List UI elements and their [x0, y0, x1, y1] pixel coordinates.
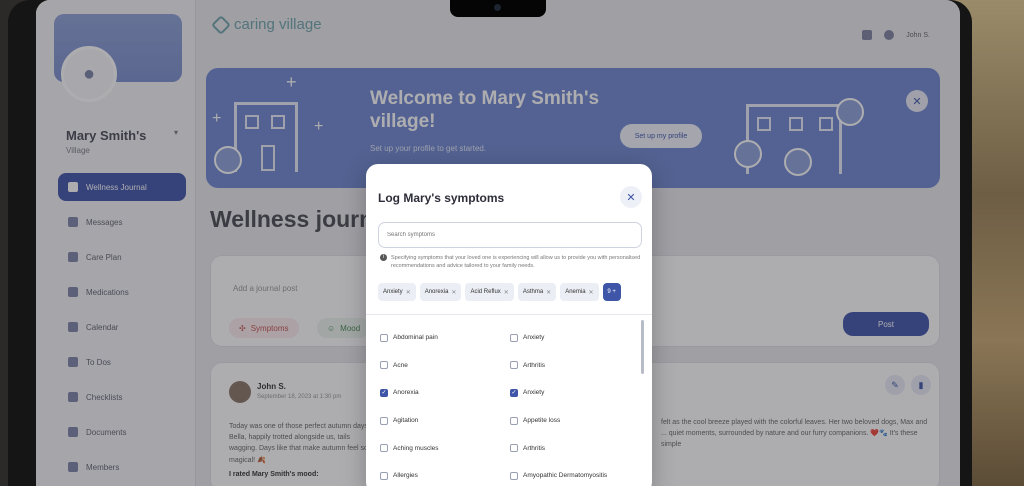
checklist-row: Abdominal pain Anxiety: [380, 324, 640, 352]
app-screen: ● Mary Smith's ▾ Village Wellness Journa…: [36, 0, 960, 486]
selected-tag: Anorexia ✕: [419, 283, 462, 301]
symptom-option[interactable]: Allergies: [380, 462, 510, 486]
checklist-row: Agitation Appetite loss: [380, 407, 640, 435]
selected-tag: Asthma ✕: [517, 283, 557, 301]
remove-tag-icon[interactable]: ✕: [406, 289, 411, 296]
checkbox[interactable]: [510, 361, 518, 370]
selected-tag: Anxiety ✕: [378, 283, 416, 301]
symptom-checklist: Abdominal pain Anxiety Acne Arthritis ✓ A…: [380, 324, 640, 486]
remove-tag-icon[interactable]: ✕: [589, 289, 594, 296]
info-icon: i: [380, 254, 387, 261]
checkbox[interactable]: [380, 416, 388, 425]
tag-label: Anxiety: [383, 289, 403, 295]
symptom-option[interactable]: Amyopathic Dermatomyositis: [510, 462, 640, 486]
symptom-option[interactable]: Abdominal pain: [380, 324, 510, 352]
modal-title: Log Mary's symptoms: [378, 191, 505, 205]
selected-tag: Anemia ✕: [560, 283, 599, 301]
symptom-label: Amyopathic Dermatomyositis: [523, 472, 608, 480]
info-note: i Specifying symptoms that your loved one…: [380, 254, 644, 271]
checkbox[interactable]: [380, 333, 388, 342]
symptom-label: Aching muscles: [393, 444, 439, 452]
checkbox-checked[interactable]: ✓: [380, 388, 388, 397]
checkbox[interactable]: [510, 444, 518, 453]
modal-scrollbar[interactable]: [641, 320, 644, 374]
checkbox[interactable]: [510, 471, 518, 480]
symptom-option[interactable]: Acne: [380, 352, 510, 380]
checkbox-checked[interactable]: ✓: [510, 388, 518, 397]
symptom-option[interactable]: Aching muscles: [380, 434, 510, 462]
symptom-label: Acne: [393, 361, 408, 369]
remove-tag-icon[interactable]: ✕: [451, 289, 456, 296]
symptom-label: Anorexia: [393, 389, 419, 397]
selected-tags: Anxiety ✕ Anorexia ✕ Acid Reflux ✕ Asthma ✕ …: [378, 283, 621, 301]
checkbox[interactable]: [380, 361, 388, 370]
symptom-label: Anxiety: [523, 334, 545, 342]
remove-tag-icon[interactable]: ✕: [504, 289, 509, 296]
modal-close-button[interactable]: ✕: [620, 186, 642, 208]
symptom-option[interactable]: Agitation: [380, 407, 510, 435]
symptom-option[interactable]: Anxiety: [510, 324, 640, 352]
more-tags-button[interactable]: 9 +: [602, 283, 621, 301]
symptom-option[interactable]: ✓ Anorexia: [380, 379, 510, 407]
symptom-label: Allergies: [393, 472, 418, 480]
checkbox[interactable]: [380, 444, 388, 453]
tag-label: Anorexia: [424, 289, 449, 295]
checkbox[interactable]: [510, 416, 518, 425]
divider: [366, 314, 652, 315]
checkbox[interactable]: [510, 333, 518, 342]
symptom-label: Anxiety: [523, 389, 545, 397]
tag-label: Asthma: [522, 289, 544, 295]
symptom-label: Arthritis: [523, 444, 546, 452]
symptom-label: Abdominal pain: [393, 334, 438, 342]
tag-label: Acid Reflux: [470, 289, 501, 295]
checklist-row: Allergies Amyopathic Dermatomyositis: [380, 462, 640, 486]
search-symptoms-input[interactable]: [378, 222, 642, 248]
tag-label: Anemia: [565, 289, 586, 295]
log-symptoms-modal: Log Mary's symptoms ✕ i Specifying sympto…: [366, 164, 652, 486]
symptom-option[interactable]: Appetite loss: [510, 407, 640, 435]
checklist-row: ✓ Anorexia ✓ Anxiety: [380, 379, 640, 407]
symptom-option[interactable]: Arthritis: [510, 434, 640, 462]
selected-tag: Acid Reflux ✕: [465, 283, 514, 301]
checkbox[interactable]: [380, 471, 388, 480]
symptom-option[interactable]: Arthritis: [510, 352, 640, 380]
camera-notch: [450, 0, 546, 17]
info-text: Specifying symptoms that your loved one …: [391, 255, 641, 270]
symptom-label: Arthritis: [523, 361, 546, 369]
checklist-row: Aching muscles Arthritis: [380, 434, 640, 462]
close-icon: ✕: [626, 191, 636, 204]
remove-tag-icon[interactable]: ✕: [546, 289, 551, 296]
symptom-option[interactable]: ✓ Anxiety: [510, 379, 640, 407]
camera-icon: [494, 4, 501, 11]
checklist-row: Acne Arthritis: [380, 352, 640, 380]
symptom-label: Appetite loss: [523, 417, 561, 425]
symptom-label: Agitation: [393, 417, 419, 425]
